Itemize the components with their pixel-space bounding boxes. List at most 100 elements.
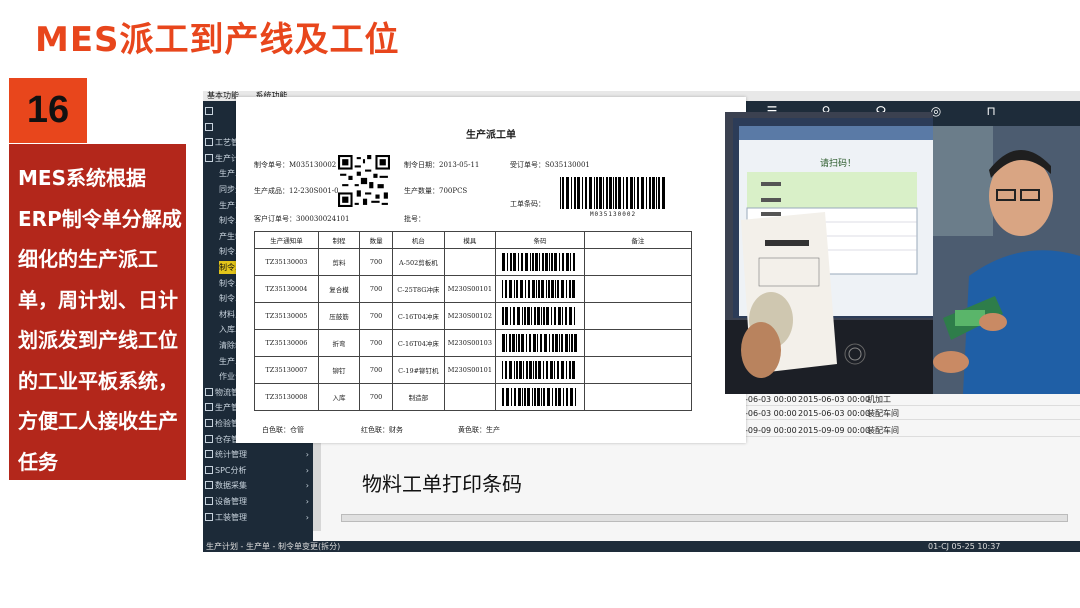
cell-notice: TZ35130004 bbox=[254, 275, 319, 303]
menu-folder-icon bbox=[205, 403, 213, 412]
footer-white: 白色联：仓管 bbox=[262, 426, 304, 434]
cell-note bbox=[583, 329, 693, 357]
menu-folder-icon bbox=[205, 465, 213, 474]
worker-photo bbox=[933, 126, 1080, 394]
menu-folder-icon bbox=[205, 512, 213, 521]
footer-red: 红色联：财务 bbox=[361, 426, 403, 434]
chevron-right-icon: › bbox=[305, 465, 309, 475]
cell-barcode bbox=[495, 383, 585, 411]
cell-mold bbox=[443, 248, 497, 276]
table-row: TZ35130004 复合模 700 C-25T8G冲床 M230S00101 bbox=[254, 275, 693, 303]
cell-machine: C-16T04冲床 bbox=[392, 302, 445, 330]
section-number-badge: 16 bbox=[9, 78, 87, 143]
work-order-sheet: 生产派工单 制令单号：M035130002 制令日期：2013-05-11 受订… bbox=[236, 97, 746, 443]
cell-note bbox=[583, 356, 693, 384]
barcode-icon bbox=[501, 361, 575, 379]
cell-process: 压鼓筋 bbox=[317, 302, 361, 330]
cell-notice: TZ35130007 bbox=[254, 356, 319, 384]
cell-notice: TZ35130005 bbox=[254, 302, 319, 330]
menu-folder-icon bbox=[205, 481, 213, 490]
cell-process: 折弯 bbox=[317, 329, 361, 357]
cell-qty: 700 bbox=[359, 248, 394, 276]
barcode-icon bbox=[501, 388, 576, 406]
table-row: TZ35130006 折弯 700 C-16T04冲床 M230S00103 bbox=[254, 329, 693, 357]
slide-title: MES派工到产线及工位 bbox=[35, 20, 400, 60]
col-qty: 数量 bbox=[359, 231, 394, 249]
footer-yellow: 黄色联：生产 bbox=[458, 426, 500, 434]
worker-photo-illustration bbox=[933, 126, 1080, 394]
sidebar-item-label: 数据采集 bbox=[215, 481, 247, 491]
cell-qty: 700 bbox=[359, 356, 394, 384]
cell-barcode bbox=[495, 275, 585, 303]
cell-qty: 700 bbox=[359, 302, 394, 330]
description-panel: MES系统根据ERP制令单分解成细化的生产派工单，周计划、日计划派发到产线工位的… bbox=[9, 144, 186, 480]
table-row[interactable]: -06-03 00:00 2015-06-03 00:00 机加工 bbox=[744, 393, 1080, 406]
col-process: 制程 bbox=[317, 231, 361, 249]
cell-qty: 700 bbox=[359, 275, 394, 303]
work-order-title: 生产派工单 bbox=[466, 130, 516, 141]
cell-process: 剪料 bbox=[317, 248, 361, 276]
cell-workshop: 装配车间 bbox=[867, 409, 899, 418]
cell-barcode bbox=[495, 329, 585, 357]
cell-workshop: 机加工 bbox=[867, 395, 891, 404]
batch: 批号： bbox=[404, 215, 425, 223]
lock-icon[interactable]: ⊓ bbox=[984, 104, 998, 118]
barcode-icon bbox=[501, 253, 575, 271]
order-date: 制令日期：2013-05-11 bbox=[404, 161, 480, 169]
barcode-icon bbox=[501, 334, 577, 352]
cell-mold: M230S00103 bbox=[443, 329, 497, 357]
sidebar-item[interactable]: 统计管理 › bbox=[205, 448, 311, 461]
cell-machine: 制造部 bbox=[392, 383, 445, 411]
menu-folder-icon bbox=[205, 122, 213, 131]
customer-order: 客户订单号：300030024101 bbox=[254, 215, 350, 223]
sidebar-item[interactable]: 数据采集 › bbox=[205, 479, 311, 492]
sidebar-item-label: SPC分析 bbox=[215, 465, 247, 475]
col-mold: 模具 bbox=[443, 231, 497, 249]
work-order-table: 生产通知单 制程 数量 机台 模具 条码 备注 TZ35130003 剪料 700 A… bbox=[254, 231, 693, 411]
cell-mold: M230S00101 bbox=[443, 275, 497, 303]
cell-notice: TZ35130006 bbox=[254, 329, 319, 357]
menu-folder-icon bbox=[205, 107, 213, 115]
col-notice: 生产通知单 bbox=[254, 231, 319, 249]
table-row: TZ35130008 入库 700 制造部 bbox=[254, 383, 693, 411]
cell-machine: C-16T04冲床 bbox=[392, 329, 445, 357]
status-info: 01-CJ 05-25 10:37 bbox=[928, 542, 1001, 551]
chevron-right-icon: › bbox=[305, 512, 309, 522]
cell-note bbox=[583, 302, 693, 330]
menu-folder-icon bbox=[205, 153, 213, 162]
cell-machine: A-502剪板机 bbox=[392, 248, 445, 276]
table-row[interactable]: -09-09 00:00 2015-09-09 00:00 装配车间 bbox=[744, 424, 1080, 437]
menu-folder-icon bbox=[205, 497, 213, 505]
menu-folder-icon bbox=[205, 450, 213, 459]
section-number: 16 bbox=[26, 89, 70, 131]
status-breadcrumb: 生产计划 - 生产单 - 制令单变更(拆分) bbox=[206, 542, 341, 551]
order-number: 制令单号：M035130002 bbox=[254, 161, 337, 169]
cell-start: -09-09 00:00 bbox=[745, 426, 797, 435]
cell-qty: 700 bbox=[359, 383, 394, 411]
col-barcode: 条码 bbox=[495, 231, 585, 249]
table-row[interactable]: -06-03 00:00 2015-06-03 00:00 装配车间 bbox=[744, 407, 1080, 420]
cell-start: -06-03 00:00 bbox=[745, 409, 797, 418]
chevron-right-icon: › bbox=[305, 450, 309, 460]
cell-barcode bbox=[495, 302, 585, 330]
barcode-icon bbox=[501, 280, 575, 298]
cell-end: 2015-06-03 00:00 bbox=[798, 395, 871, 404]
menu-basic[interactable]: 基本功能 bbox=[207, 91, 239, 100]
sidebar-item[interactable]: 设备管理 › bbox=[205, 495, 311, 508]
sidebar-item[interactable]: SPC分析 › bbox=[205, 464, 311, 477]
sidebar-item[interactable]: 工装管理 › bbox=[205, 511, 311, 524]
description-text: MES系统根据ERP制令单分解成细化的生产派工单，周计划、日计划派发到产线工位的… bbox=[18, 166, 182, 474]
sidebar-item-label: 统计管理 bbox=[215, 450, 247, 460]
cell-note bbox=[583, 275, 693, 303]
chevron-right-icon: › bbox=[305, 497, 309, 506]
quantity: 生产数量：700PCS bbox=[404, 187, 468, 195]
scan-prompt: 请扫码！ bbox=[820, 159, 857, 169]
barcode-icon bbox=[501, 307, 575, 325]
horizontal-scrollbar[interactable] bbox=[341, 514, 1068, 522]
col-machine: 机台 bbox=[392, 231, 445, 249]
cell-mold: M230S00101 bbox=[443, 356, 497, 384]
tablet-scanner-photo: 请扫码！ bbox=[725, 112, 933, 394]
table-header: 生产通知单 制程 数量 机台 模具 条码 备注 bbox=[254, 231, 693, 249]
cell-mold bbox=[443, 383, 497, 411]
cell-note bbox=[583, 248, 693, 276]
